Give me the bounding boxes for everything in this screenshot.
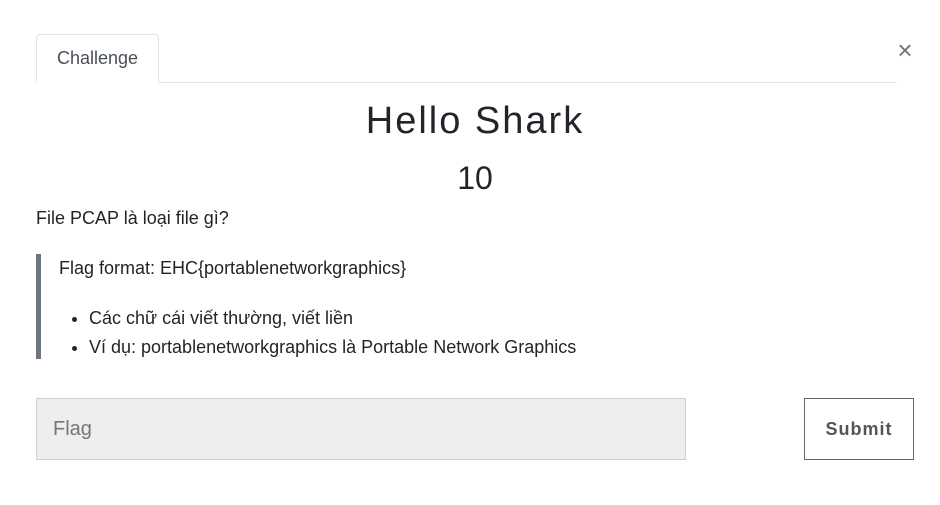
tab-bar: Challenge (36, 34, 897, 83)
flag-input[interactable] (36, 398, 686, 460)
challenge-value: 10 (457, 160, 493, 196)
close-icon[interactable]: × (893, 34, 917, 66)
challenge-question: File PCAP là loại file gì? (36, 208, 229, 228)
list-item: Ví dụ: portablenetworkgraphics là Portab… (89, 333, 576, 362)
tab-challenge[interactable]: Challenge (36, 34, 159, 83)
list-item: Các chữ cái viết thường, viết liền (89, 304, 576, 333)
challenge-title: Hello Shark (365, 100, 585, 142)
flag-format-text: Flag format: EHC{portablenetworkgraphics… (59, 258, 407, 278)
hint-list: Các chữ cái viết thường, viết liền Ví dụ… (59, 304, 576, 362)
submit-button[interactable]: Submit (804, 398, 914, 460)
hint-blockquote: Flag format: EHC{portablenetworkgraphics… (36, 254, 686, 359)
